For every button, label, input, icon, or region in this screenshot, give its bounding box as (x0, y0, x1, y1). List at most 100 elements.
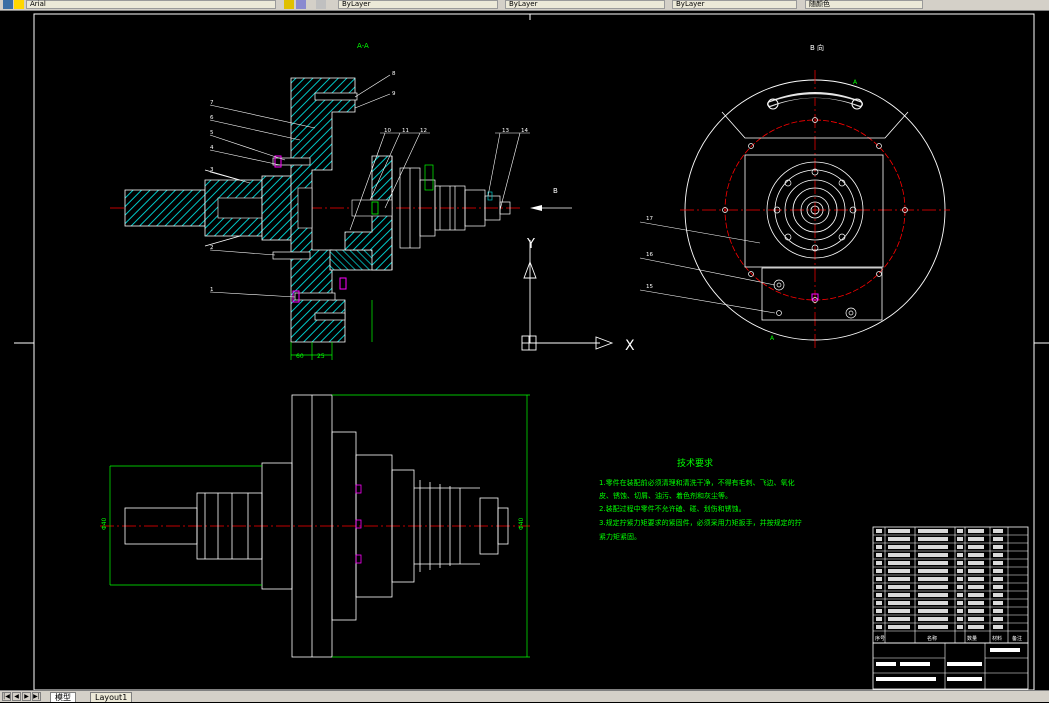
title-block-cell-text (900, 662, 930, 666)
linetype-dropdown-label: ByLayer (509, 0, 538, 8)
title-block-cell-text (968, 545, 984, 549)
title-block-cell-text (918, 601, 948, 605)
svg-text:16: 16 (646, 252, 653, 258)
title-block-cell-text (993, 577, 1003, 581)
tech-line: 皮、锈蚀、切屑、油污、着色剂和灰尘等。 (599, 491, 732, 500)
title-block-cell-text (968, 625, 984, 629)
layer-states-icon[interactable] (284, 0, 294, 9)
title-block-cell-text (888, 617, 910, 621)
title-block-cell-text (888, 545, 910, 549)
color-swatch-icon[interactable] (316, 0, 326, 9)
view-b-arrowhead (530, 205, 542, 211)
title-block-cell-text (918, 545, 948, 549)
prev-tab-button[interactable]: ◀ (12, 692, 21, 701)
last-tab-button[interactable]: ▶| (32, 692, 41, 701)
svg-text:8: 8 (392, 71, 396, 77)
plotstyle-dropdown-label: 随颜色 (809, 0, 830, 8)
next-tab-button[interactable]: ▶ (22, 692, 31, 701)
linetype-dropdown[interactable]: ByLayer (505, 0, 665, 9)
title-block-cell-text (876, 677, 936, 681)
tech-line: 紧力矩紧固。 (599, 532, 641, 541)
section-view-a-a: A-A 60 25 B 8 9 7 6 5 4 3 2 1 10 11 12 1… (110, 42, 572, 360)
title-block-cell-text (888, 593, 910, 597)
title-block-cell-text (888, 625, 910, 629)
title-block-cell-text (918, 529, 948, 533)
title-block-cell-text (876, 617, 882, 621)
title-block-cell-text (957, 553, 963, 557)
section-label-a-top: A (853, 79, 858, 86)
first-tab-button[interactable]: |◀ (2, 692, 11, 701)
folder-icon[interactable] (14, 0, 24, 9)
elevation-view: Φ40 Φ40 (100, 394, 530, 658)
layer-dropdown[interactable]: Arial (26, 0, 276, 9)
title-block-cell-text (993, 569, 1003, 573)
title-block-cell-text (876, 662, 896, 666)
view-a-title: A-A (357, 42, 369, 50)
svg-text:备注: 备注 (1012, 635, 1022, 642)
shaft-section (124, 169, 263, 247)
title-block-cell-text (876, 545, 882, 549)
svg-text:4: 4 (210, 145, 214, 151)
title-block-cell-text (968, 529, 984, 533)
title-block-cell-text (888, 569, 910, 573)
title-block-cell-text (993, 593, 1003, 597)
ucs-x-label: X (625, 338, 635, 354)
svg-text:11: 11 (402, 128, 409, 134)
title-block-cell-text (957, 577, 963, 581)
ucs-icon (521, 240, 614, 351)
drawing-canvas[interactable]: A-A 60 25 B 8 9 7 6 5 4 3 2 1 10 11 12 1… (0, 10, 1049, 690)
dim-height-right: Φ40 (518, 517, 525, 530)
svg-text:14: 14 (521, 128, 528, 134)
svg-text:数量: 数量 (967, 635, 977, 642)
title-block-cell-text (957, 593, 963, 597)
title-block-cell-text (918, 577, 948, 581)
svg-text:9: 9 (392, 91, 396, 97)
title-block-cell-text (957, 609, 963, 613)
title-block-cell-text (876, 553, 882, 557)
title-block-cell-text (876, 569, 882, 573)
title-block-cell-text (993, 545, 1003, 549)
section-label-a-bottom: A (770, 335, 775, 342)
title-block-cell-text (876, 601, 882, 605)
tech-title: 技术要求 (677, 457, 713, 469)
title-block-cell-text (918, 569, 948, 573)
layer-icon[interactable] (3, 0, 13, 9)
title-block-cell-text (968, 569, 984, 573)
view-b-arrow-label: B (553, 187, 558, 195)
svg-text:1: 1 (210, 287, 214, 293)
svg-text:5: 5 (210, 130, 214, 136)
dim-width-2: 25 (317, 353, 325, 360)
title-block-cell-text (876, 609, 882, 613)
tech-line: 3.规定拧紧力矩要求的紧固件，必须采用力矩扳手，并按规定的拧 (599, 518, 802, 527)
title-block-cell-text (918, 553, 948, 557)
title-block-cell-text (968, 561, 984, 565)
spindle-assembly (399, 164, 511, 249)
view-b: B 向 17 16 15 A A (639, 43, 950, 350)
title-block-cell-text (993, 601, 1003, 605)
svg-text:2: 2 (210, 245, 214, 251)
svg-text:3: 3 (210, 167, 214, 173)
title-block-cell-text (957, 545, 963, 549)
title-block-cell-text (957, 561, 963, 565)
title-block-cell-text (968, 609, 984, 613)
lineweight-dropdown-label: ByLayer (676, 0, 705, 8)
title-block-cell-text (968, 585, 984, 589)
title-block-cell-text (888, 609, 910, 613)
svg-text:材料: 材料 (992, 635, 1002, 642)
title-block-cell-text (957, 625, 963, 629)
dim-height-left: Φ40 (101, 517, 108, 530)
svg-text:13: 13 (502, 128, 509, 134)
title-block-cell-text (888, 577, 910, 581)
title-block-cell-text (968, 577, 984, 581)
layer-previous-icon[interactable] (296, 0, 306, 9)
title-block-cell-text (876, 529, 882, 533)
title-block-cell-text (993, 537, 1003, 541)
layer-dropdown-label: Arial (30, 0, 46, 8)
title-block: 序号 名称 数量 材料 备注 (872, 526, 1029, 690)
lineweight-dropdown[interactable]: ByLayer (672, 0, 797, 9)
title-block-cell-text (968, 553, 984, 557)
svg-text:名称: 名称 (927, 635, 937, 642)
plotstyle-dropdown[interactable]: 随颜色 (805, 0, 923, 9)
title-block-cell-text (918, 537, 948, 541)
color-dropdown[interactable]: ByLayer (338, 0, 498, 9)
